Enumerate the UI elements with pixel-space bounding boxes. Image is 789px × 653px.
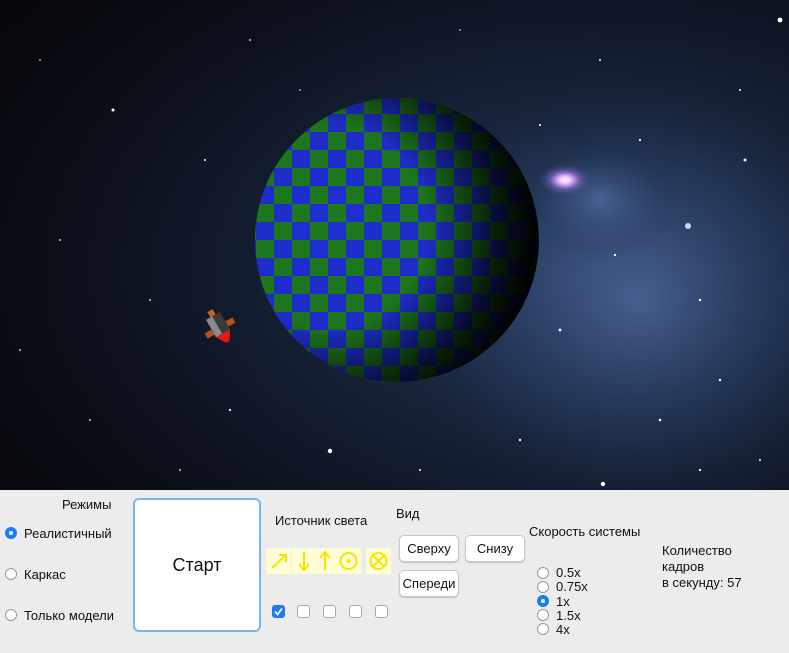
light-away-checkbox[interactable]: [375, 605, 388, 618]
speed-4x-label[interactable]: 4x: [556, 622, 570, 637]
speed-title: Скорость системы: [529, 524, 641, 539]
speed-0-75x-radio[interactable]: [537, 581, 549, 593]
fps-label-line2: кадров: [662, 559, 705, 574]
light-dir-up-button[interactable]: [314, 548, 336, 574]
view-front-button[interactable]: Спереди: [399, 570, 459, 597]
space-scene: [0, 0, 789, 490]
mode-wireframe-radio[interactable]: [5, 568, 17, 580]
light-dir-away-button[interactable]: [366, 548, 391, 574]
scene-viewport[interactable]: [0, 0, 789, 490]
circle-dot-icon: [339, 552, 358, 570]
start-button[interactable]: Старт: [133, 498, 261, 632]
light-up-right-checkbox[interactable]: [272, 605, 285, 618]
light-toward-checkbox[interactable]: [349, 605, 362, 618]
arrow-up-right-icon: [271, 554, 287, 569]
speed-4x-radio[interactable]: [537, 623, 549, 635]
speed-1x-radio[interactable]: [537, 595, 549, 607]
fps-readout: в секунду: 57: [662, 575, 742, 590]
speed-1x-label[interactable]: 1x: [556, 594, 570, 609]
modes-title: Режимы: [62, 497, 112, 512]
view-top-button[interactable]: Сверху: [399, 535, 459, 562]
light-down-checkbox[interactable]: [297, 605, 310, 618]
speed-0-75x-label[interactable]: 0.75x: [556, 579, 588, 594]
mode-realistic-label[interactable]: Реалистичный: [24, 526, 112, 541]
mode-realistic-radio[interactable]: [5, 527, 17, 539]
mode-models-only-label[interactable]: Только модели: [24, 608, 114, 623]
speed-1-5x-radio[interactable]: [537, 609, 549, 621]
speed-0-5x-label[interactable]: 0.5x: [556, 565, 581, 580]
fps-value: 57: [727, 575, 742, 590]
speed-1-5x-label[interactable]: 1.5x: [556, 608, 581, 623]
light-source-title: Источник света: [275, 513, 368, 528]
view-bottom-button[interactable]: Снизу: [465, 535, 525, 562]
light-dir-up-right-button[interactable]: [266, 548, 291, 574]
fps-label-line1: Количество: [662, 543, 732, 558]
arrow-up-icon: [319, 550, 331, 570]
checkmark-icon: [274, 607, 283, 616]
circle-cross-icon: [369, 552, 388, 570]
mode-wireframe-label[interactable]: Каркас: [24, 567, 66, 582]
galaxy: [539, 164, 591, 196]
fps-label-line3: в секунду:: [662, 575, 724, 590]
light-dir-toward-button[interactable]: [336, 548, 361, 574]
speed-0-5x-radio[interactable]: [537, 567, 549, 579]
view-title: Вид: [396, 506, 420, 521]
mode-models-only-radio[interactable]: [5, 609, 17, 621]
light-up-checkbox[interactable]: [323, 605, 336, 618]
